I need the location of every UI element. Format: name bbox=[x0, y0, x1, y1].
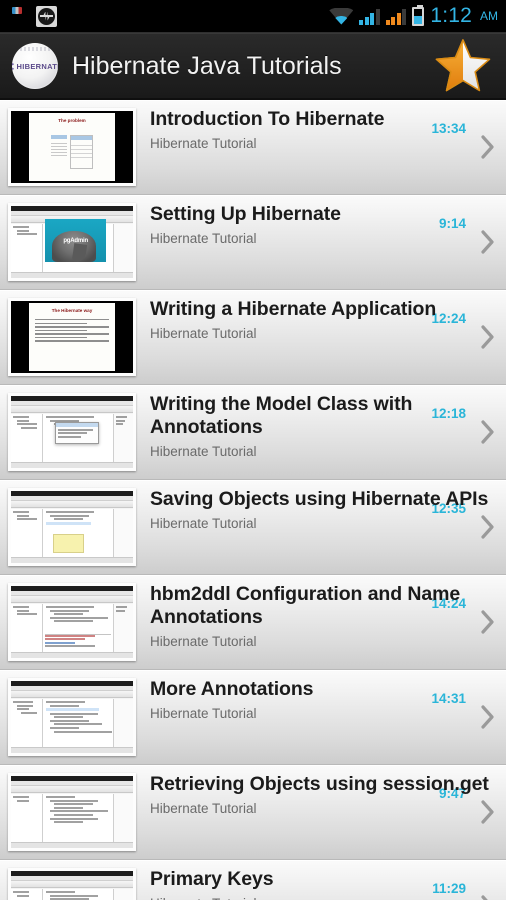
video-thumbnail bbox=[8, 678, 136, 756]
video-title: Writing the Model Class with Annotations bbox=[150, 393, 413, 438]
status-bar-system-icons: 1:12 AM bbox=[329, 4, 498, 28]
chevron-right-icon bbox=[480, 799, 496, 825]
list-item-text: 9:14 Setting Up Hibernate Hibernate Tuto… bbox=[150, 203, 496, 246]
list-item-text: 14:24 hbm2ddl Configuration and Name Ann… bbox=[150, 583, 496, 649]
thumbnail-caption: pgAdmin bbox=[63, 237, 88, 244]
video-subtitle: Hibernate Tutorial bbox=[150, 706, 257, 721]
action-bar: HIBERNATE Hibernate Java Tutorials bbox=[0, 34, 506, 100]
page-title: Hibernate Java Tutorials bbox=[72, 51, 342, 80]
status-bar: 1:12 AM bbox=[0, 0, 506, 32]
chevron-right-icon bbox=[480, 894, 496, 900]
list-item[interactable]: The Hibernate way 12:24 Writing a Hibern… bbox=[0, 290, 506, 385]
list-item[interactable]: 14:31 More Annotations Hibernate Tutoria… bbox=[0, 670, 506, 765]
list-item-text: 12:35 Saving Objects using Hibernate API… bbox=[150, 488, 496, 531]
status-bar-clock: 1:12 bbox=[430, 4, 472, 27]
notification-app-icon bbox=[6, 6, 28, 26]
chevron-right-icon bbox=[480, 514, 496, 540]
video-subtitle: Hibernate Tutorial bbox=[150, 136, 257, 151]
list-item[interactable]: 12:35 Saving Objects using Hibernate API… bbox=[0, 480, 506, 575]
battery-icon bbox=[412, 4, 425, 26]
video-thumbnail bbox=[8, 488, 136, 566]
list-item[interactable]: 14:24 hbm2ddl Configuration and Name Ann… bbox=[0, 575, 506, 670]
video-thumbnail: The problem bbox=[8, 108, 136, 186]
video-thumbnail: The Hibernate way bbox=[8, 298, 136, 376]
video-title: Saving Objects using Hibernate APIs bbox=[150, 488, 489, 510]
video-subtitle: Hibernate Tutorial bbox=[150, 896, 486, 900]
video-title: Primary Keys bbox=[150, 868, 274, 890]
video-thumbnail bbox=[8, 868, 136, 900]
app-logo-label: HIBERNATE bbox=[16, 61, 58, 71]
app-logo-icon: HIBERNATE bbox=[12, 43, 58, 89]
status-bar-notifications bbox=[6, 5, 57, 27]
video-thumbnail: pgAdmin bbox=[8, 203, 136, 281]
list-item-text: 12:24 Writing a Hibernate Application Hi… bbox=[150, 298, 496, 341]
list-item-text: 11:29 Primary Keys Hibernate Tutorial bbox=[150, 868, 496, 900]
video-title: Introduction To Hibernate bbox=[150, 108, 385, 130]
chevron-right-icon bbox=[480, 229, 496, 255]
list-item[interactable]: 9:47 Retrieving Objects using session.ge… bbox=[0, 765, 506, 860]
video-subtitle: Hibernate Tutorial bbox=[150, 634, 257, 649]
wifi-icon bbox=[329, 7, 354, 25]
video-title: Retrieving Objects using session.get bbox=[150, 773, 489, 795]
video-title: Setting Up Hibernate bbox=[150, 203, 341, 225]
video-subtitle: Hibernate Tutorial bbox=[150, 516, 257, 531]
thumbnail-caption: The problem bbox=[58, 118, 86, 123]
favorite-button[interactable] bbox=[430, 35, 496, 97]
video-title: Writing a Hibernate Application bbox=[150, 298, 437, 320]
thumbnail-caption: The Hibernate way bbox=[51, 308, 93, 313]
list-item[interactable]: 12:18 Writing the Model Class with Annot… bbox=[0, 385, 506, 480]
video-subtitle: Hibernate Tutorial bbox=[150, 326, 257, 341]
status-bar-ampm: AM bbox=[480, 9, 498, 23]
signal-sim1-icon bbox=[359, 8, 380, 25]
list-item-text: 14:31 More Annotations Hibernate Tutoria… bbox=[150, 678, 496, 721]
video-thumbnail bbox=[8, 583, 136, 661]
chevron-right-icon bbox=[480, 324, 496, 350]
chevron-right-icon bbox=[480, 704, 496, 730]
signal-sim2-icon bbox=[385, 8, 407, 25]
app-root: 1:12 AM HIBERNATE Hibernate Java Tutoria… bbox=[0, 0, 506, 900]
list-item-text: 9:47 Retrieving Objects using session.ge… bbox=[150, 773, 496, 816]
video-thumbnail bbox=[8, 773, 136, 851]
list-item[interactable]: pgAdmin 9:14 Setting Up Hibernate Hibern… bbox=[0, 195, 506, 290]
chevron-right-icon bbox=[480, 134, 496, 160]
video-subtitle: Hibernate Tutorial bbox=[150, 801, 257, 816]
video-title: More Annotations bbox=[150, 678, 314, 700]
video-thumbnail bbox=[8, 393, 136, 471]
list-item-text: 12:18 Writing the Model Class with Annot… bbox=[150, 393, 496, 459]
video-subtitle: Hibernate Tutorial bbox=[150, 444, 257, 459]
navigation-icon bbox=[36, 5, 57, 27]
list-item[interactable]: 11:29 Primary Keys Hibernate Tutorial bbox=[0, 860, 506, 900]
video-subtitle: Hibernate Tutorial bbox=[150, 231, 257, 246]
list-item[interactable]: The problem 13:34 Introduction To Hibern… bbox=[0, 100, 506, 195]
tutorial-list[interactable]: The problem 13:34 Introduction To Hibern… bbox=[0, 100, 506, 900]
star-icon bbox=[435, 39, 491, 92]
video-title: hbm2ddl Configuration and Name Annotatio… bbox=[150, 583, 461, 628]
list-item-text: 13:34 Introduction To Hibernate Hibernat… bbox=[150, 108, 496, 151]
